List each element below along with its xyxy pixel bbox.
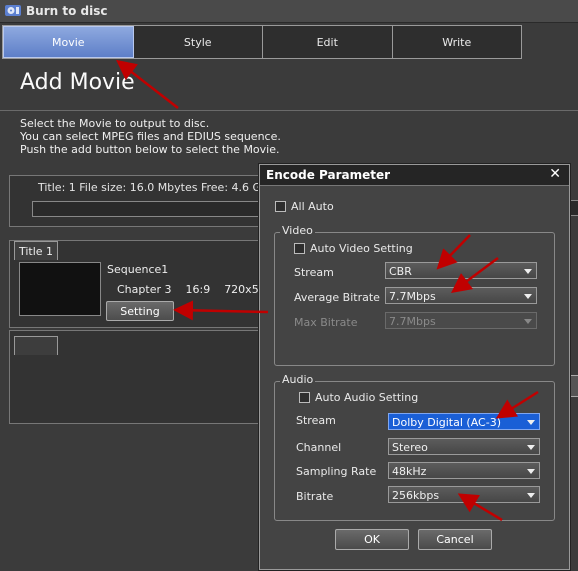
- instruction-line: You can select MPEG files and EDIUS sequ…: [20, 130, 281, 143]
- tab-edit[interactable]: Edit: [263, 26, 393, 58]
- tab-write[interactable]: Write: [393, 26, 522, 58]
- sampling-rate-select[interactable]: 48kHz: [388, 462, 540, 479]
- audio-bitrate-select[interactable]: 256kbps: [388, 486, 540, 503]
- setting-button[interactable]: Setting: [106, 301, 174, 321]
- instruction-line: Select the Movie to output to disc.: [20, 117, 210, 130]
- disc-burn-icon: [5, 5, 21, 16]
- max-bitrate-label: Max Bitrate: [294, 316, 358, 329]
- auto-video-checkbox[interactable]: [294, 243, 305, 254]
- sequence-details: Chapter 3 16:9 720x576: [117, 283, 273, 296]
- video-stream-select[interactable]: CBR: [385, 262, 537, 279]
- wizard-tabs: Movie Style Edit Write: [2, 25, 522, 59]
- disc-info-panel: Title: 1 File size: 16.0 Mbytes Free: 4.…: [9, 175, 274, 227]
- chevron-down-icon: [527, 445, 535, 450]
- all-auto-checkbox[interactable]: [275, 201, 286, 212]
- average-bitrate-label: Average Bitrate: [294, 291, 380, 304]
- disc-capacity-bar: [32, 201, 274, 217]
- encode-parameter-dialog: Encode Parameter ✕ All Auto Video Auto V…: [259, 164, 570, 570]
- channel-select[interactable]: Stereo: [388, 438, 540, 455]
- window-titlebar: Burn to disc: [0, 0, 578, 23]
- sampling-rate-label: Sampling Rate: [296, 465, 377, 478]
- auto-video-label: Auto Video Setting: [310, 242, 413, 255]
- instruction-line: Push the add button below to select the …: [20, 143, 280, 156]
- average-bitrate-value: 7.7Mbps: [389, 290, 436, 303]
- page-title: Add Movie: [20, 70, 135, 95]
- audio-stream-value: Dolby Digital (AC-3): [392, 416, 501, 429]
- divider: [0, 110, 578, 111]
- auto-audio-checkbox[interactable]: [299, 392, 310, 403]
- dialog-title: Encode Parameter: [266, 168, 391, 182]
- chevron-down-icon: [527, 493, 535, 498]
- tab-movie[interactable]: Movie: [3, 26, 134, 58]
- audio-bitrate-label: Bitrate: [296, 490, 334, 503]
- channel-label: Channel: [296, 441, 342, 454]
- disc-info-text: Title: 1 File size: 16.0 Mbytes Free: 4.…: [38, 181, 269, 194]
- dialog-titlebar: Encode Parameter ✕: [260, 165, 569, 186]
- close-icon[interactable]: ✕: [549, 166, 561, 182]
- cancel-button[interactable]: Cancel: [418, 529, 492, 550]
- average-bitrate-select[interactable]: 7.7Mbps: [385, 287, 537, 304]
- max-bitrate-select: 7.7Mbps: [385, 312, 537, 329]
- all-auto-label: All Auto: [291, 200, 334, 213]
- aspect-ratio: 16:9: [185, 283, 211, 296]
- sampling-rate-value: 48kHz: [392, 465, 427, 478]
- audio-group-label: Audio: [280, 373, 316, 386]
- movie-thumbnail[interactable]: [19, 262, 101, 316]
- auto-audio-label: Auto Audio Setting: [315, 391, 419, 404]
- audio-stream-label: Stream: [296, 414, 336, 427]
- video-stream-label: Stream: [294, 266, 334, 279]
- chevron-down-icon: [527, 420, 535, 425]
- audio-stream-select[interactable]: Dolby Digital (AC-3): [388, 413, 540, 430]
- ok-button[interactable]: OK: [335, 529, 409, 550]
- audio-bitrate-value: 256kbps: [392, 489, 440, 502]
- tab-empty[interactable]: [14, 336, 58, 355]
- chevron-down-icon: [524, 319, 532, 324]
- video-stream-value: CBR: [389, 265, 412, 278]
- chevron-down-icon: [524, 269, 532, 274]
- channel-value: Stereo: [392, 441, 428, 454]
- video-group-label: Video: [280, 224, 315, 237]
- sequence-name: Sequence1: [107, 263, 169, 276]
- chevron-down-icon: [524, 294, 532, 299]
- max-bitrate-value: 7.7Mbps: [389, 315, 436, 328]
- chevron-down-icon: [527, 469, 535, 474]
- tab-title-1[interactable]: Title 1: [14, 241, 58, 260]
- window-title: Burn to disc: [26, 4, 108, 18]
- chapter-count: Chapter 3: [117, 283, 172, 296]
- tab-style[interactable]: Style: [134, 26, 263, 58]
